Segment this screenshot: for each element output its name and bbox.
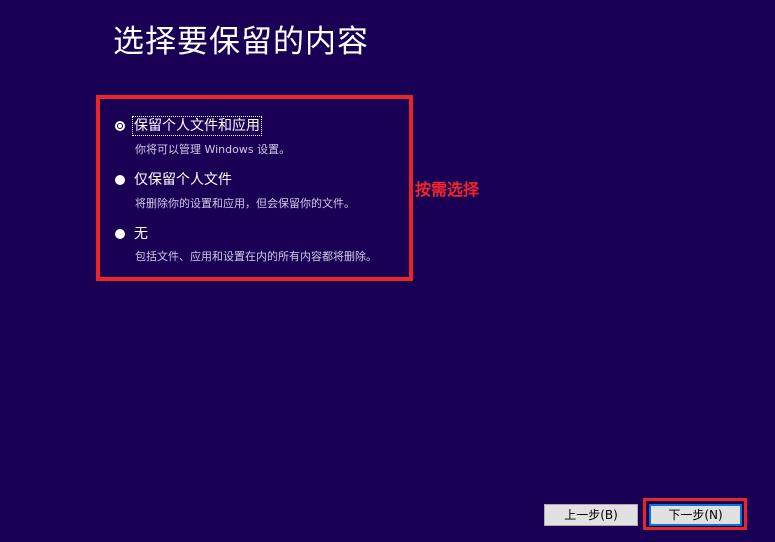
radio-selected-icon[interactable] bbox=[115, 121, 125, 131]
option-description: 你将可以管理 Windows 设置。 bbox=[135, 143, 291, 156]
option-label: 保留个人文件和应用 bbox=[132, 116, 262, 136]
radio-unselected-icon[interactable] bbox=[115, 229, 125, 239]
option-nothing[interactable]: 无 bbox=[115, 225, 149, 243]
option-keep-files-only[interactable]: 仅保留个人文件 bbox=[115, 171, 233, 189]
option-label: 仅保留个人文件 bbox=[134, 172, 232, 188]
next-button[interactable]: 下一步(N) bbox=[649, 504, 742, 526]
option-keep-files-and-apps[interactable]: 保留个人文件和应用 bbox=[115, 116, 262, 136]
option-description: 将删除你的设置和应用，但会保留你的文件。 bbox=[135, 197, 355, 210]
annotation-label: 按需选择 bbox=[415, 180, 480, 199]
option-description: 包括文件、应用和设置在内的所有内容都将删除。 bbox=[135, 250, 377, 263]
back-button[interactable]: 上一步(B) bbox=[544, 504, 638, 526]
option-label: 无 bbox=[134, 226, 148, 242]
page-title: 选择要保留的内容 bbox=[113, 24, 369, 60]
radio-unselected-icon[interactable] bbox=[115, 175, 125, 185]
